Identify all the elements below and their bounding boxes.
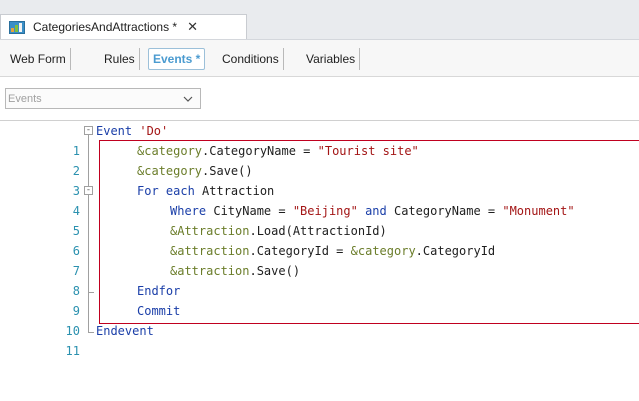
chevron-down-icon (183, 96, 193, 102)
code-keyword: Event (96, 124, 133, 138)
tab-variables[interactable]: Variables (302, 48, 361, 70)
code-string: 'Do' (139, 124, 169, 138)
tab-web-form[interactable]: Web Form (6, 48, 71, 70)
code-keyword: Endevent (96, 324, 154, 338)
editor-subtabs: Web Form Rules Events * Conditions Varia… (0, 40, 639, 77)
tab-events[interactable]: Events * (148, 48, 206, 70)
highlight-box (99, 140, 639, 324)
code-line[interactable]: 11 Endevent (0, 321, 639, 358)
code-line[interactable]: 1 - Event 'Do' (0, 121, 639, 158)
folder-bars-icon (9, 21, 25, 34)
document-tabstrip: CategoriesAndAttractions * ✕ (0, 0, 639, 40)
document-tab-title: CategoriesAndAttractions * (33, 20, 178, 34)
line-number: 11 (65, 344, 80, 358)
tab-rules[interactable]: Rules (100, 48, 140, 70)
events-dropdown-value: Events (8, 92, 42, 105)
events-dropdown[interactable]: Events (5, 88, 201, 109)
fold-toggle-icon[interactable]: - (84, 186, 93, 195)
tab-conditions[interactable]: Conditions (218, 48, 284, 70)
document-tab[interactable]: CategoriesAndAttractions * ✕ (0, 14, 247, 39)
fold-toggle-icon[interactable]: - (84, 126, 93, 135)
close-tab-icon[interactable]: ✕ (187, 19, 198, 35)
